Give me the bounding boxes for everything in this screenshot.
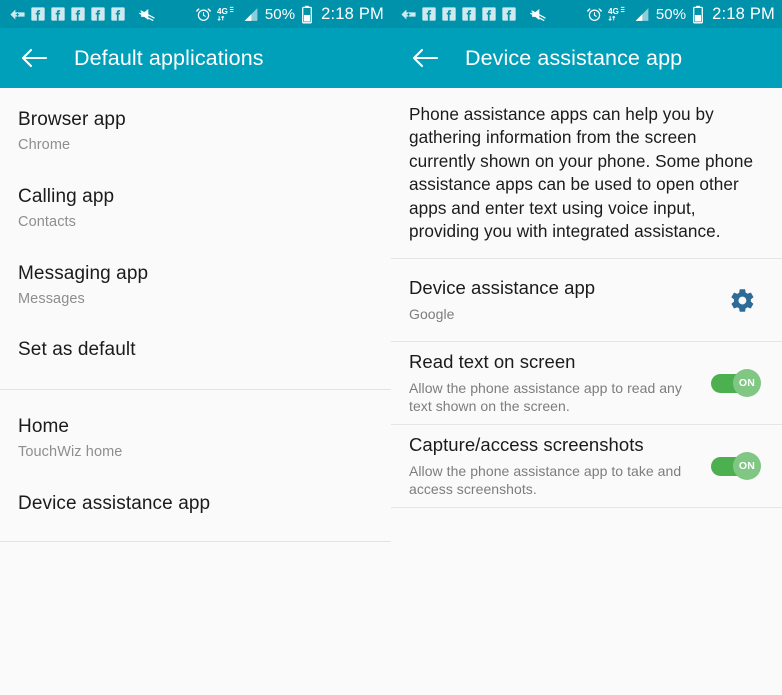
- facebook-icon: [461, 6, 477, 22]
- battery-percent-label: 50%: [655, 5, 687, 23]
- list-item-subtitle: TouchWiz home: [18, 444, 123, 461]
- network-4g-icon: 4G: [217, 5, 237, 23]
- section-divider: [391, 507, 782, 509]
- battery-percent-label: 50%: [264, 5, 296, 23]
- list-item-messaging-app[interactable]: Messaging app Messages: [0, 231, 391, 308]
- left-content-list: Browser app Chrome Calling app Contacts …: [0, 88, 391, 695]
- list-item-subtitle: Contacts: [18, 213, 77, 230]
- dual-panel-screenshot: 4G 50% 2:18 PM Default applications Brow…: [0, 0, 782, 695]
- svg-text:4G: 4G: [608, 7, 619, 16]
- setting-subtitle: Google: [409, 305, 455, 322]
- toggle-capture-access-screenshots[interactable]: ON: [711, 452, 761, 481]
- list-divider: [0, 541, 391, 543]
- status-bar-system-icons: 4G 50% 2:18 PM: [586, 5, 775, 24]
- right-page-title: Device assistance app: [465, 45, 683, 70]
- left-page-title: Default applications: [74, 45, 264, 70]
- left-app-bar: Default applications: [0, 28, 391, 88]
- list-item-title: Calling app: [18, 185, 115, 207]
- facebook-icon: [30, 6, 46, 22]
- download-badge-icon: [9, 6, 26, 23]
- facebook-icon: [70, 6, 86, 22]
- battery-icon: [692, 5, 704, 24]
- setting-row-device-assistance-app[interactable]: Device assistance app Google: [391, 259, 782, 341]
- setting-subtitle: Allow the phone assistance app to take a…: [409, 462, 682, 497]
- battery-icon: [301, 5, 313, 24]
- list-item-title: Home: [18, 416, 70, 438]
- list-item-device-assistance-app[interactable]: Device assistance app: [0, 461, 391, 541]
- gear-button[interactable]: [722, 280, 762, 320]
- mute-icon: [138, 5, 157, 24]
- list-item-subtitle: Messages: [18, 290, 85, 307]
- list-item-subtitle: Chrome: [18, 136, 71, 153]
- facebook-icon: [481, 6, 497, 22]
- facebook-icon: [110, 6, 126, 22]
- assistance-description: Phone assistance apps can help you by ga…: [409, 104, 754, 241]
- svg-text:4G: 4G: [217, 7, 228, 16]
- status-bar-clock: 2:18 PM: [321, 4, 384, 23]
- signal-bars-icon: [242, 6, 260, 23]
- right-panel-device-assistance-app: 4G 50% 2:18 PM Device assistance app Pho…: [391, 0, 782, 695]
- status-bar-clock: 2:18 PM: [712, 4, 775, 23]
- right-content: Phone assistance apps can help you by ga…: [391, 88, 782, 695]
- toggle-read-text-on-screen[interactable]: ON: [711, 369, 761, 398]
- network-4g-icon: 4G: [608, 5, 628, 23]
- setting-subtitle: Allow the phone assistance app to read a…: [409, 379, 682, 414]
- signal-bars-icon: [633, 6, 651, 23]
- setting-title: Read text on screen: [409, 351, 576, 373]
- back-button-right[interactable]: [408, 41, 442, 75]
- setting-row-text: Device assistance app Google: [409, 277, 722, 323]
- status-bar-system-icons: 4G 50% 2:18 PM: [195, 5, 384, 24]
- list-item-browser-app[interactable]: Browser app Chrome: [0, 88, 391, 154]
- list-item-title: Set as default: [18, 339, 136, 361]
- back-arrow-icon: [411, 46, 439, 70]
- setting-row-text: Capture/access screenshots Allow the pho…: [409, 434, 711, 498]
- back-arrow-icon: [20, 46, 48, 70]
- status-bar-right: 4G 50% 2:18 PM: [391, 0, 782, 28]
- toggle-knob: ON: [733, 369, 761, 398]
- download-badge-icon: [400, 6, 417, 23]
- setting-title: Device assistance app: [409, 277, 596, 299]
- alarm-icon: [195, 6, 212, 23]
- status-bar-notification-icons: [9, 5, 195, 24]
- alarm-icon: [586, 6, 603, 23]
- facebook-icon: [421, 6, 437, 22]
- facebook-icon: [90, 6, 106, 22]
- gear-icon: [729, 287, 756, 314]
- status-bar-notification-icons: [400, 5, 586, 24]
- list-item-title: Messaging app: [18, 262, 149, 284]
- left-panel-default-applications: 4G 50% 2:18 PM Default applications Brow…: [0, 0, 391, 695]
- status-bar-left: 4G 50% 2:18 PM: [0, 0, 391, 28]
- list-item-title: Device assistance app: [18, 493, 211, 515]
- facebook-icon: [441, 6, 457, 22]
- setting-title: Capture/access screenshots: [409, 434, 644, 456]
- setting-row-capture-access-screenshots[interactable]: Capture/access screenshots Allow the pho…: [391, 425, 782, 507]
- list-item-calling-app[interactable]: Calling app Contacts: [0, 154, 391, 231]
- facebook-icon: [501, 6, 517, 22]
- right-app-bar: Device assistance app: [391, 28, 782, 88]
- list-item-title: Browser app: [18, 109, 126, 130]
- facebook-icon: [50, 6, 66, 22]
- list-item-set-as-default[interactable]: Set as default: [0, 307, 391, 389]
- setting-row-text: Read text on screen Allow the phone assi…: [409, 351, 711, 415]
- list-item-home[interactable]: Home TouchWiz home: [0, 390, 391, 461]
- mute-icon: [529, 5, 548, 24]
- setting-row-read-text-on-screen[interactable]: Read text on screen Allow the phone assi…: [391, 342, 782, 424]
- toggle-knob: ON: [733, 452, 761, 481]
- back-button-left[interactable]: [17, 41, 51, 75]
